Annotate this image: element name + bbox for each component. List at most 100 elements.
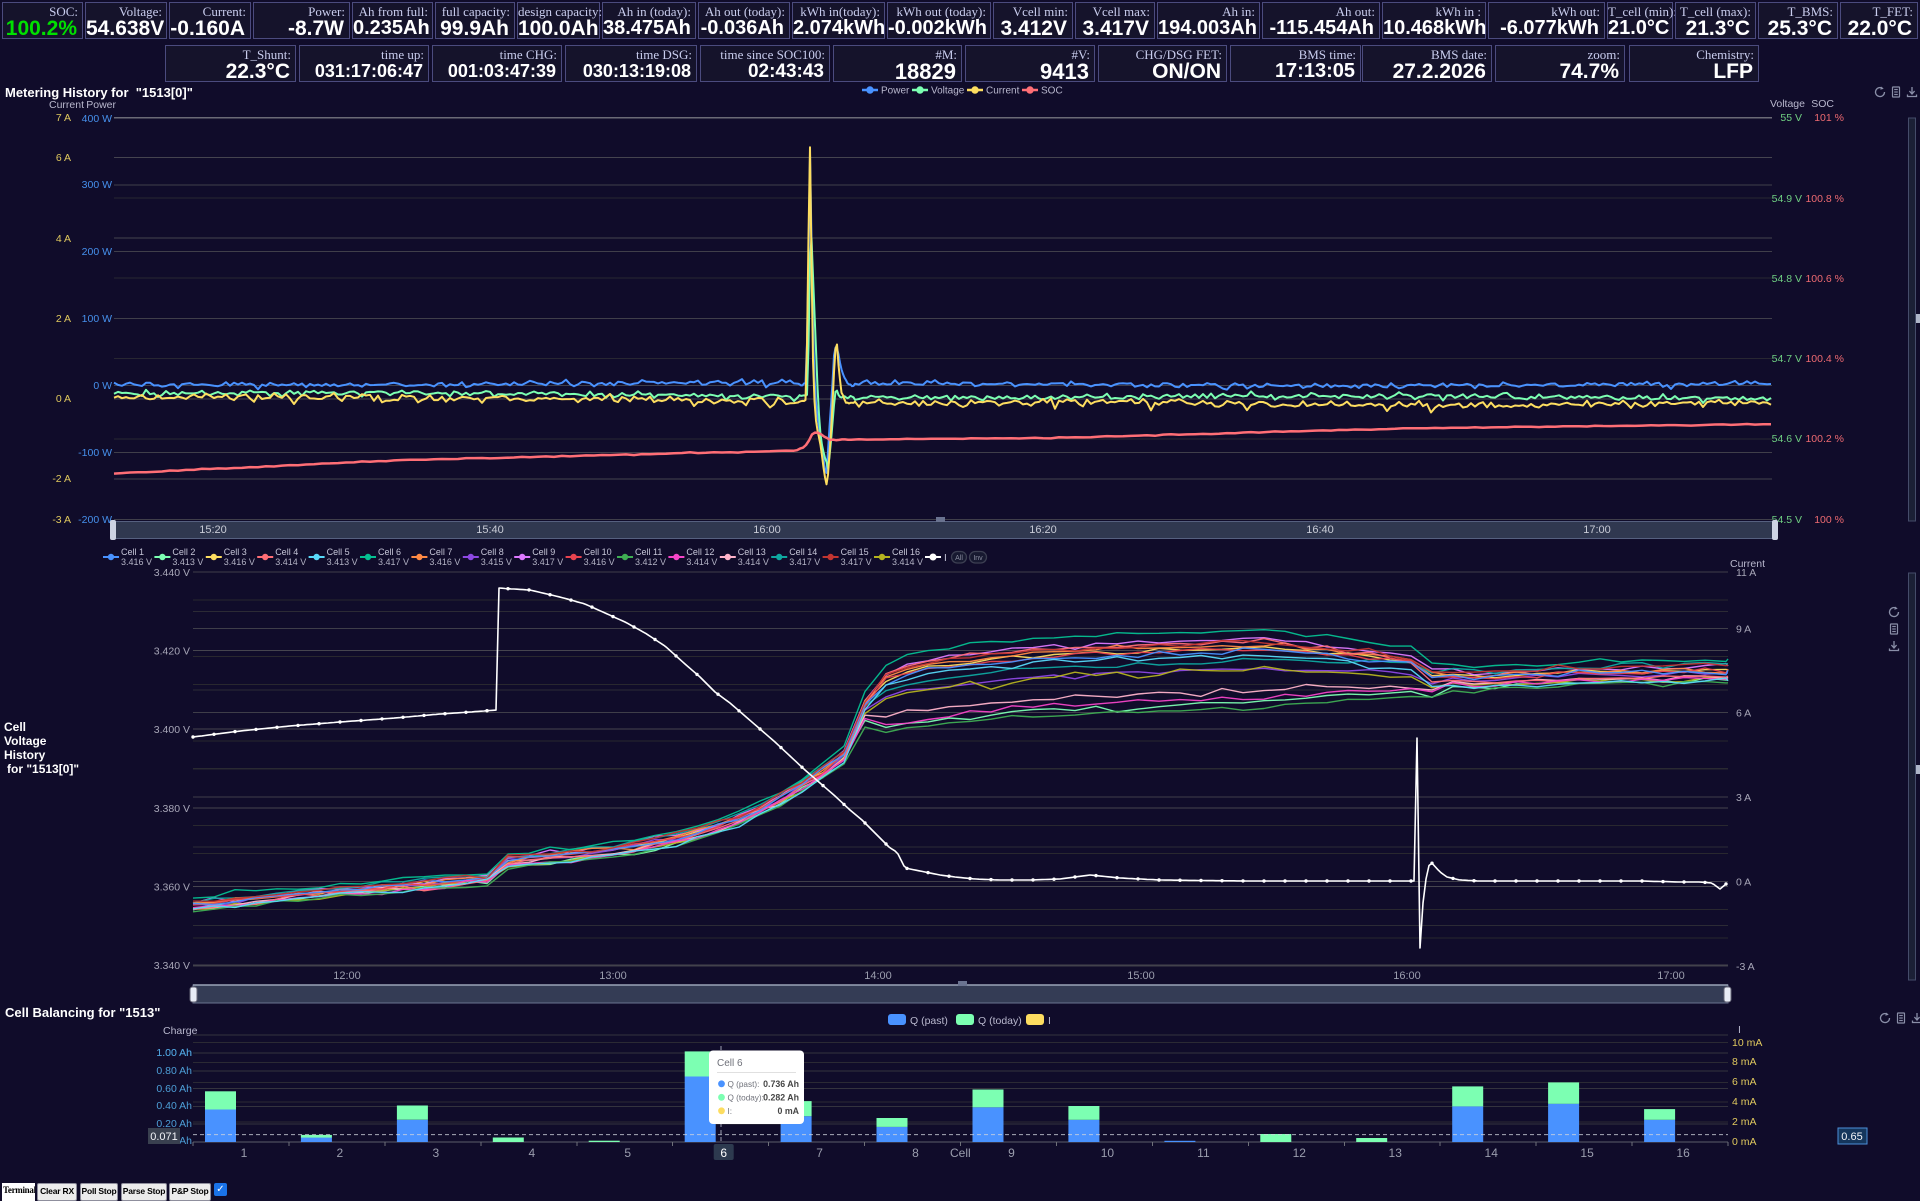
- svg-text:17:00: 17:00: [1583, 524, 1611, 536]
- svg-text:SOC: SOC: [1811, 98, 1834, 110]
- svg-text:0 W: 0 W: [93, 380, 112, 392]
- svg-text:3.360 V: 3.360 V: [154, 881, 190, 893]
- svg-text:History: History: [4, 748, 46, 762]
- svg-text:1: 1: [241, 1146, 248, 1160]
- svg-text:9: 9: [1008, 1146, 1015, 1160]
- svg-text:6: 6: [720, 1146, 727, 1160]
- svg-text:3: 3: [433, 1146, 440, 1160]
- svg-text:Q (past): Q (past): [910, 1015, 948, 1027]
- svg-text:-2 A: -2 A: [52, 473, 71, 485]
- svg-text:55 V: 55 V: [1780, 112, 1802, 124]
- svg-text:Cell 14: Cell 14: [789, 547, 817, 557]
- svg-text:100 W: 100 W: [82, 313, 112, 325]
- svg-text:7: 7: [816, 1146, 823, 1160]
- svg-text:0.282 Ah: 0.282 Ah: [763, 1093, 799, 1103]
- svg-text:1.00 Ah: 1.00 Ah: [156, 1047, 192, 1059]
- svg-text:for "1513[0]": for "1513[0]": [7, 762, 79, 776]
- svg-text:Q (past):: Q (past):: [728, 1080, 760, 1089]
- svg-text:0 mA: 0 mA: [777, 1106, 799, 1116]
- svg-text:-200 W: -200 W: [78, 514, 112, 526]
- svg-text:-3 A: -3 A: [1736, 961, 1755, 973]
- svg-text:3.416 V: 3.416 V: [429, 557, 460, 567]
- svg-text:Power: Power: [881, 86, 910, 97]
- svg-text:0.736 Ah: 0.736 Ah: [763, 1079, 799, 1089]
- svg-text:7 A: 7 A: [56, 112, 71, 124]
- svg-text:4 A: 4 A: [56, 233, 71, 245]
- svg-text:3.415 V: 3.415 V: [481, 557, 512, 567]
- svg-text:12: 12: [1293, 1146, 1307, 1160]
- svg-text:Cell 2: Cell 2: [172, 547, 195, 557]
- svg-text:Cell: Cell: [4, 720, 26, 734]
- svg-text:Current: Current: [1730, 558, 1765, 570]
- svg-text:17:00: 17:00: [1657, 970, 1685, 982]
- svg-text:0.40 Ah: 0.40 Ah: [156, 1100, 192, 1112]
- svg-text:Cell 12: Cell 12: [686, 547, 714, 557]
- svg-text:Voltage: Voltage: [931, 86, 965, 97]
- svg-text:200 W: 200 W: [82, 246, 112, 258]
- svg-text:3.412 V: 3.412 V: [635, 557, 666, 567]
- svg-text:6 A: 6 A: [56, 152, 71, 164]
- svg-text:3.416 V: 3.416 V: [584, 557, 615, 567]
- svg-text:3.380 V: 3.380 V: [154, 803, 190, 815]
- svg-text:0 A: 0 A: [1736, 877, 1751, 889]
- svg-text:10: 10: [1101, 1146, 1115, 1160]
- svg-text:3.413 V: 3.413 V: [327, 557, 358, 567]
- svg-text:16:20: 16:20: [1029, 524, 1057, 536]
- svg-text:Cell 3: Cell 3: [224, 547, 247, 557]
- svg-text:100 %: 100 %: [1814, 514, 1844, 526]
- svg-text:Voltage: Voltage: [1770, 98, 1805, 110]
- svg-text:Current: Current: [49, 99, 84, 111]
- svg-text:Cell 1: Cell 1: [121, 547, 144, 557]
- svg-text:Metering History for "1513[0]: Metering History for "1513[0]": [5, 85, 193, 100]
- svg-text:11: 11: [1197, 1146, 1210, 1160]
- svg-text:54.8 V: 54.8 V: [1772, 273, 1802, 285]
- svg-text:12:00: 12:00: [333, 970, 361, 982]
- svg-text:16: 16: [1676, 1146, 1690, 1160]
- svg-text:16:00: 16:00: [1393, 970, 1421, 982]
- svg-text:Cell 9: Cell 9: [532, 547, 555, 557]
- svg-text:100.4 %: 100.4 %: [1805, 353, 1844, 365]
- svg-text:Cell 13: Cell 13: [738, 547, 766, 557]
- svg-text:I: I: [1738, 1024, 1741, 1036]
- svg-text:54.7 V: 54.7 V: [1772, 353, 1802, 365]
- svg-text:8 mA: 8 mA: [1732, 1056, 1757, 1068]
- svg-text:3.340 V: 3.340 V: [154, 960, 190, 972]
- svg-text:Cell 7: Cell 7: [429, 547, 452, 557]
- svg-text:100.2 %: 100.2 %: [1805, 433, 1844, 445]
- svg-text:10 mA: 10 mA: [1732, 1037, 1762, 1049]
- svg-text:-3 A: -3 A: [52, 514, 71, 526]
- svg-text:3.414 V: 3.414 V: [892, 557, 923, 567]
- svg-text:Cell 4: Cell 4: [275, 547, 298, 557]
- svg-text:0.60 Ah: 0.60 Ah: [156, 1083, 192, 1095]
- svg-text:2: 2: [337, 1146, 344, 1160]
- svg-text:400 W: 400 W: [82, 113, 112, 125]
- svg-text:3.416 V: 3.416 V: [224, 557, 255, 567]
- svg-text:3.416 V: 3.416 V: [121, 557, 152, 567]
- svg-text:3.417 V: 3.417 V: [378, 557, 409, 567]
- svg-text:All: All: [955, 555, 963, 562]
- svg-text:0.65: 0.65: [1841, 1131, 1862, 1143]
- svg-text:0 mA: 0 mA: [1732, 1136, 1757, 1148]
- svg-text:15:40: 15:40: [476, 524, 504, 536]
- svg-text:4: 4: [528, 1146, 535, 1160]
- svg-text:3.414 V: 3.414 V: [738, 557, 769, 567]
- svg-text:6 A: 6 A: [1736, 708, 1751, 720]
- svg-text:I: I: [1048, 1015, 1051, 1027]
- svg-text:Cell 10: Cell 10: [584, 547, 612, 557]
- svg-text:0 A: 0 A: [56, 393, 71, 405]
- svg-text:9 A: 9 A: [1736, 623, 1751, 635]
- svg-text:3.417 V: 3.417 V: [532, 557, 563, 567]
- svg-text:I: I: [944, 553, 947, 564]
- svg-text:Cell 8: Cell 8: [481, 547, 504, 557]
- svg-text:I:: I:: [728, 1107, 733, 1116]
- svg-text:3.417 V: 3.417 V: [789, 557, 820, 567]
- svg-text:SOC: SOC: [1041, 86, 1063, 97]
- svg-text:Power: Power: [86, 99, 116, 111]
- svg-text:0.80 Ah: 0.80 Ah: [156, 1065, 192, 1077]
- svg-text:54.6 V: 54.6 V: [1772, 433, 1802, 445]
- svg-text:3.414 V: 3.414 V: [686, 557, 717, 567]
- svg-text:Charge: Charge: [163, 1025, 198, 1037]
- svg-text:Cell Balancing for "1513": Cell Balancing for "1513": [5, 1005, 160, 1020]
- svg-text:0.071: 0.071: [150, 1131, 178, 1143]
- svg-text:Cell 5: Cell 5: [327, 547, 350, 557]
